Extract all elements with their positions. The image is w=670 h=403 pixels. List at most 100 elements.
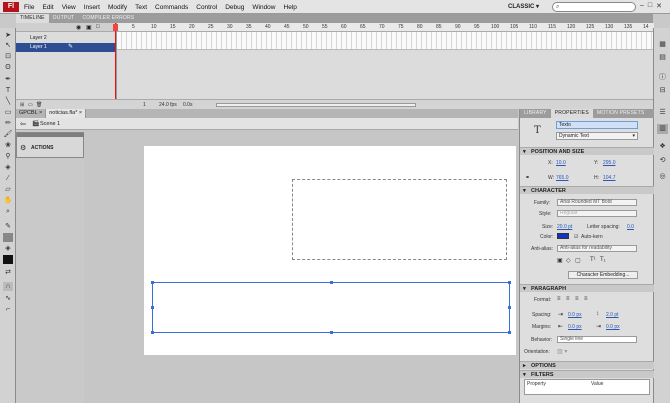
section-character[interactable]: ▾ CHARACTER	[520, 186, 654, 194]
pencil-tool-icon[interactable]: ✏	[3, 119, 13, 128]
stroke-color-swatch[interactable]	[3, 233, 13, 242]
align-center-icon[interactable]: ≡	[566, 296, 570, 302]
behaviors-panel-icon[interactable]: ⟲	[657, 156, 668, 166]
resize-handle[interactable]	[508, 281, 511, 284]
resize-handle[interactable]	[151, 281, 154, 284]
tab-compiler-errors[interactable]: COMPILER ERRORS	[78, 14, 138, 23]
menu-file[interactable]: File	[24, 4, 34, 11]
help-search-input[interactable]: ⌕	[552, 2, 636, 12]
selection-tool-icon[interactable]: ➤	[3, 31, 13, 40]
superscript-icon[interactable]: T¹	[590, 257, 596, 263]
eye-icon[interactable]: ◉	[76, 24, 81, 31]
tab-library[interactable]: LIBRARY	[520, 109, 551, 118]
close-button[interactable]: ✕	[656, 2, 662, 10]
fill-color-swatch[interactable]	[3, 255, 13, 264]
section-filters[interactable]: ▾ FILTERS	[520, 370, 654, 378]
resize-handle[interactable]	[330, 331, 333, 334]
scene-label[interactable]: Scene 1	[40, 121, 60, 127]
color-panel-icon[interactable]: ▦	[657, 40, 668, 50]
swap-colors-icon[interactable]: ⇄	[3, 268, 13, 277]
layer-row[interactable]: Layer 1 ✎	[16, 43, 116, 52]
delete-layer-icon[interactable]: 🗑	[36, 102, 42, 108]
selected-text-field[interactable]	[151, 281, 511, 334]
left-margin-value[interactable]: 0.0 px	[568, 324, 582, 330]
anti-alias-select[interactable]: Anti-alias for readability	[557, 245, 637, 252]
behavior-select[interactable]: Single line	[557, 336, 637, 343]
align-left-icon[interactable]: ≡	[557, 296, 561, 302]
section-options[interactable]: ▸ OPTIONS	[520, 361, 654, 369]
x-value[interactable]: 10.0	[556, 160, 566, 166]
line-tool-icon[interactable]: ╲	[3, 97, 13, 106]
info-panel-icon[interactable]: ⓘ	[657, 73, 668, 83]
stage[interactable]	[144, 146, 516, 355]
selectable-icon[interactable]: ▣	[557, 257, 563, 264]
frame-grid[interactable]	[117, 32, 654, 50]
checkbox-icon[interactable]: ☑	[574, 234, 578, 240]
menu-view[interactable]: View	[62, 4, 76, 11]
playhead-handle[interactable]	[113, 24, 118, 31]
back-arrow-icon[interactable]: ⇦	[20, 120, 26, 128]
tab-document-active[interactable]: noticias.fla* ×	[46, 109, 87, 118]
swatches-panel-icon[interactable]: ▤	[657, 53, 668, 63]
link-icon[interactable]: ⚭	[525, 174, 530, 181]
font-family-select[interactable]: Arial Rounded MT Bold	[557, 199, 637, 206]
font-style-select[interactable]: Regular	[557, 210, 637, 217]
hand-tool-icon[interactable]: ✋	[3, 196, 13, 205]
components-panel-icon[interactable]: ❖	[657, 142, 668, 152]
minimize-button[interactable]: –	[640, 2, 644, 10]
eyedropper-tool-icon[interactable]: ⁄	[3, 174, 13, 183]
zoom-tool-icon[interactable]: ⌕	[3, 207, 13, 216]
timeline-scrollbar[interactable]	[216, 103, 416, 107]
library-panel-icon[interactable]: ☰	[657, 108, 668, 118]
smooth-icon[interactable]: ∿	[3, 294, 13, 303]
indent-value[interactable]: 0.0 px	[568, 312, 582, 318]
deco-tool-icon[interactable]: ❀	[3, 141, 13, 150]
instance-name-input[interactable]: Texto	[556, 121, 638, 129]
menu-debug[interactable]: Debug	[225, 4, 244, 11]
tab-output[interactable]: OUTPUT	[49, 14, 79, 23]
menu-edit[interactable]: Edit	[42, 4, 53, 11]
show-border-icon[interactable]: ▢	[575, 257, 581, 264]
lasso-tool-icon[interactable]: ʘ	[3, 63, 13, 72]
resize-handle[interactable]	[330, 281, 333, 284]
section-paragraph[interactable]: ▾ PARAGRAPH	[520, 284, 654, 292]
straighten-icon[interactable]: ⌐	[3, 305, 13, 314]
stroke-color-icon[interactable]: ✎	[3, 222, 13, 231]
actions-panel[interactable]: ⚙ ACTIONS	[16, 132, 85, 158]
y-value[interactable]: 295.0	[603, 160, 616, 166]
letter-spacing-value[interactable]: 0.0	[627, 224, 634, 230]
menu-control[interactable]: Control	[196, 4, 217, 11]
resize-handle[interactable]	[151, 306, 154, 309]
w-value[interactable]: 765.0	[556, 175, 569, 181]
filters-table[interactable]: Property Value	[524, 379, 650, 395]
dynamic-text-field[interactable]	[292, 179, 507, 260]
bone-tool-icon[interactable]: ⚲	[3, 152, 13, 161]
brush-tool-icon[interactable]: 🖌	[3, 130, 13, 139]
paint-bucket-tool-icon[interactable]: ◈	[3, 163, 13, 172]
maximize-button[interactable]: □	[648, 2, 652, 10]
tab-document[interactable]: GPCBL ×	[16, 109, 47, 118]
actions-panel-header[interactable]	[17, 133, 85, 137]
align-justify-icon[interactable]: ≡	[584, 296, 588, 302]
close-icon[interactable]: ×	[79, 110, 82, 116]
pen-tool-icon[interactable]: ✒	[3, 75, 13, 84]
text-type-select[interactable]: Dynamic Text ▾	[556, 132, 638, 140]
menu-insert[interactable]: Insert	[84, 4, 100, 11]
render-html-icon[interactable]: ◇	[566, 257, 571, 264]
menu-help[interactable]: Help	[284, 4, 297, 11]
resize-handle[interactable]	[151, 331, 154, 334]
subscript-icon[interactable]: T₁	[600, 257, 606, 263]
new-layer-icon[interactable]: ⊞	[20, 102, 24, 108]
close-icon[interactable]: ×	[39, 110, 42, 116]
fill-color-icon[interactable]: ◈	[3, 244, 13, 253]
section-position-size[interactable]: ▾ POSITION AND SIZE	[520, 147, 654, 155]
line-spacing-value[interactable]: 2.0 pt	[606, 312, 619, 318]
movie-explorer-icon[interactable]: ◎	[657, 172, 668, 182]
tab-motion-presets[interactable]: MOTION PRESETS	[593, 109, 649, 118]
tab-timeline[interactable]: TIMELINE	[16, 14, 49, 23]
tab-properties[interactable]: PROPERTIES	[550, 109, 593, 118]
rectangle-tool-icon[interactable]: ▭	[3, 108, 13, 117]
character-embedding-button[interactable]: Character Embedding...	[568, 271, 638, 279]
h-value[interactable]: 104.7	[603, 175, 616, 181]
orientation-icon[interactable]: ▥ ▾	[557, 348, 567, 355]
